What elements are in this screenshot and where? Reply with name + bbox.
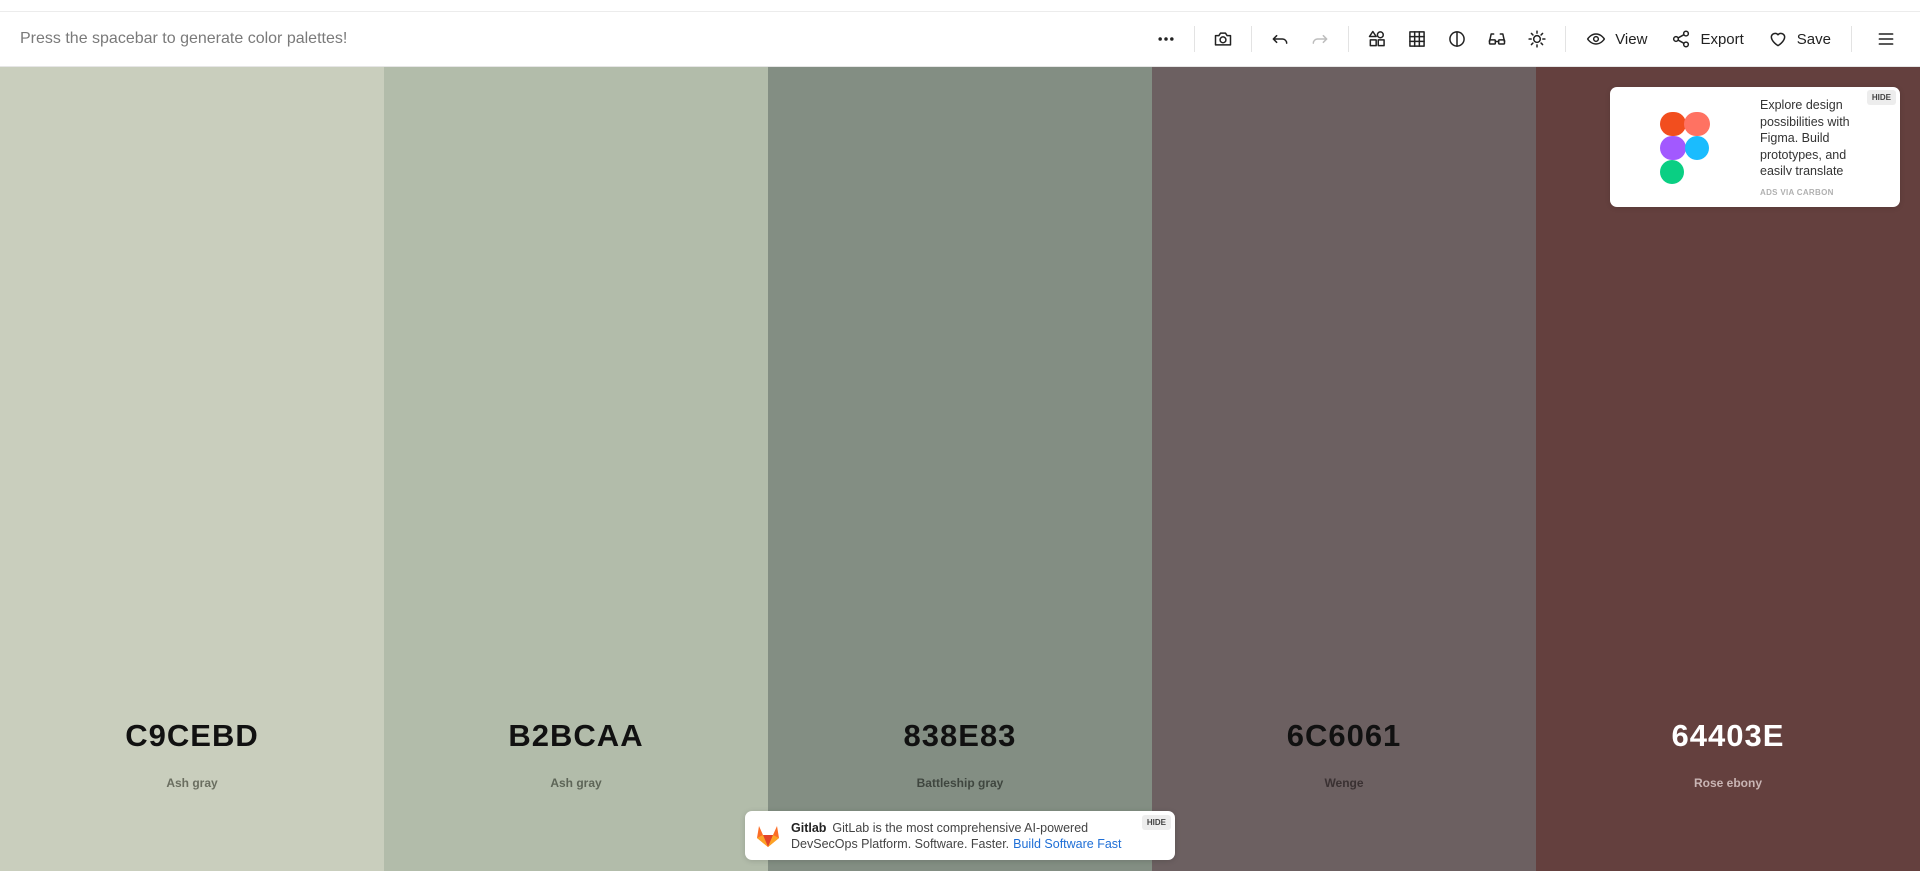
glasses-icon <box>1488 33 1506 45</box>
toolbar-divider <box>1348 26 1350 52</box>
toolbar-divider <box>1565 26 1567 52</box>
color-hex[interactable]: C9CEBD <box>0 718 384 754</box>
hide-ad-button[interactable]: HIDE <box>1141 815 1171 830</box>
save-label: Save <box>1796 30 1831 48</box>
hide-ad-button[interactable]: HIDE <box>1866 90 1896 105</box>
color-hex[interactable]: 64403E <box>1536 718 1920 754</box>
figma-ad-text[interactable]: Explore design possibilities with Figma.… <box>1760 97 1870 175</box>
color-name: Battleship gray <box>916 776 1004 790</box>
figma-logo-icon <box>1660 112 1710 184</box>
color-column[interactable]: 6C6061 Wenge <box>1152 67 1536 871</box>
redo-button[interactable] <box>1300 19 1340 59</box>
menu-button[interactable] <box>1866 19 1906 59</box>
camera-button[interactable] <box>1203 19 1243 59</box>
color-column[interactable]: B2BCAA Ash gray <box>384 67 768 871</box>
share-icon <box>1673 30 1690 48</box>
contrast-icon <box>1449 31 1466 47</box>
gitlab-ad-text: Gitlab GitLab is the most comprehensive A… <box>791 820 1141 852</box>
color-blindness-button[interactable] <box>1477 19 1517 59</box>
figma-ad[interactable]: Explore design possibilities with Figma.… <box>1610 87 1900 207</box>
view-label: View <box>1615 30 1648 48</box>
shapes-icon <box>1368 30 1386 47</box>
toolbar-divider <box>1851 26 1852 52</box>
gitlab-cta-link[interactable]: Build Software Fast <box>1013 837 1121 851</box>
color-name: Wenge <box>1324 776 1364 790</box>
export-button[interactable]: Export <box>1659 19 1755 59</box>
more-icon <box>1158 37 1174 41</box>
color-name: Ash gray <box>166 776 218 790</box>
heart-icon <box>1770 32 1786 47</box>
top-strip <box>0 0 1920 12</box>
gitlab-logo-icon <box>757 826 779 847</box>
spacebar-hint: Press the spacebar to generate color pal… <box>20 30 348 47</box>
undo-button[interactable] <box>1260 19 1300 59</box>
contrast-button[interactable] <box>1437 19 1477 59</box>
adjust-button[interactable] <box>1517 19 1557 59</box>
save-button[interactable]: Save <box>1756 19 1843 59</box>
gitlab-brand[interactable]: Gitlab <box>791 821 826 835</box>
color-name: Ash gray <box>550 776 602 790</box>
view-button[interactable]: View <box>1574 19 1659 59</box>
color-hex[interactable]: 838E83 <box>768 718 1152 754</box>
color-hex[interactable]: 6C6061 <box>1152 718 1536 754</box>
camera-icon <box>1214 32 1232 46</box>
color-hex[interactable]: B2BCAA <box>384 718 768 754</box>
color-column[interactable]: 838E83 Battleship gray <box>768 67 1152 871</box>
color-name: Rose ebony <box>1693 776 1762 790</box>
toolbar-divider <box>1251 26 1253 52</box>
ads-via-carbon[interactable]: ADS VIA CARBON <box>1760 188 1834 197</box>
toolbar-divider <box>1194 26 1196 52</box>
gitlab-ad[interactable]: Gitlab GitLab is the most comprehensive A… <box>745 811 1175 860</box>
grid-icon <box>1409 31 1426 47</box>
export-label: Export <box>1700 30 1744 48</box>
menu-icon <box>1878 33 1894 45</box>
redo-icon <box>1312 34 1328 44</box>
shapes-button[interactable] <box>1357 19 1397 59</box>
more-options-button[interactable] <box>1146 19 1186 59</box>
color-column[interactable]: C9CEBD Ash gray <box>0 67 384 871</box>
toolbar: Press the spacebar to generate color pal… <box>0 12 1920 67</box>
sun-icon <box>1528 30 1546 48</box>
undo-icon <box>1272 34 1288 44</box>
grid-button[interactable] <box>1397 19 1437 59</box>
toolbar-actions: View Export Save <box>1146 12 1906 66</box>
eye-icon <box>1587 33 1606 45</box>
